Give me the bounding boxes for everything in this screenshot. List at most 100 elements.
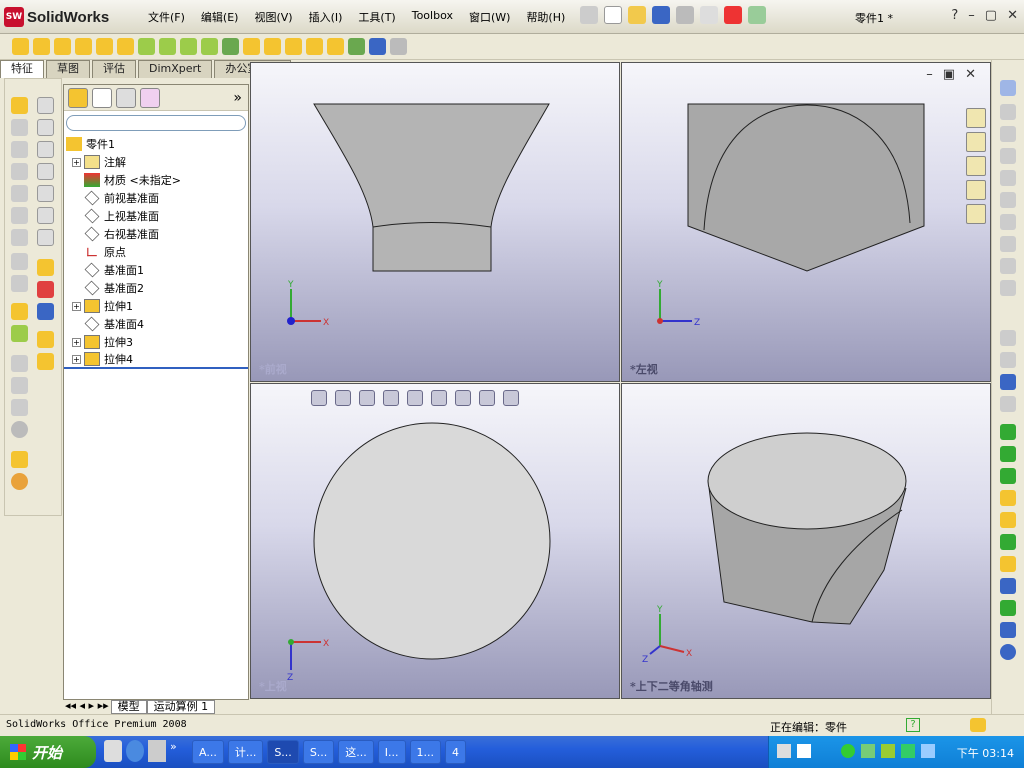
filter-tool-icon[interactable]: [1000, 578, 1016, 594]
feature-tool-icon[interactable]: [37, 281, 54, 298]
ie-icon[interactable]: [126, 740, 144, 762]
tree-item-top-plane[interactable]: 上视基准面: [64, 207, 248, 225]
feature-tool-icon[interactable]: [37, 185, 54, 202]
design-library-icon[interactable]: [966, 132, 986, 152]
feature-tool-icon[interactable]: [11, 97, 28, 114]
rebuild-icon[interactable]: [724, 6, 742, 24]
quicklaunch-icon[interactable]: [104, 740, 122, 762]
minimize-icon[interactable]: –: [968, 8, 975, 23]
view-tool-icon[interactable]: [1000, 170, 1016, 186]
propertymanager-tab-icon[interactable]: [92, 87, 112, 108]
fillet-icon[interactable]: [117, 38, 134, 55]
dimxpert-tab-icon[interactable]: [140, 87, 160, 108]
tree-item-extrude1[interactable]: + 拉伸1: [64, 297, 248, 315]
expand-icon[interactable]: +: [72, 301, 81, 311]
keyboard-icon[interactable]: [777, 744, 791, 758]
viewport-front[interactable]: Y X *前视: [250, 62, 620, 382]
feature-tool-icon[interactable]: [11, 207, 28, 224]
filter-input[interactable]: [66, 115, 246, 131]
help-icon[interactable]: [797, 744, 811, 758]
view-palette-icon[interactable]: [966, 180, 986, 200]
taskbar-button[interactable]: A...: [192, 740, 224, 764]
filter-tool-icon[interactable]: [1000, 490, 1016, 506]
feature-tool-icon[interactable]: [37, 331, 54, 348]
tab-model[interactable]: 模型: [110, 700, 147, 714]
ref-geometry-icon[interactable]: [327, 38, 344, 55]
view-settings-icon[interactable]: [503, 390, 519, 406]
menu-help[interactable]: 帮助(H): [518, 9, 573, 25]
viewport-top[interactable]: X Z *上视: [250, 383, 620, 699]
section-view-icon[interactable]: [383, 390, 399, 406]
options-icon[interactable]: [748, 6, 766, 24]
filter-tool-icon[interactable]: [1000, 600, 1016, 616]
feature-tool-icon[interactable]: [11, 253, 28, 270]
revolve-icon[interactable]: [33, 38, 50, 55]
feature-tool-icon[interactable]: [11, 473, 28, 490]
feature-tool-icon[interactable]: [37, 163, 54, 180]
network-icon[interactable]: [921, 744, 935, 758]
pattern-icon[interactable]: [222, 38, 239, 55]
tab-dimxpert[interactable]: DimXpert: [138, 60, 213, 78]
hide-show-icon[interactable]: [455, 390, 471, 406]
feature-tool-icon[interactable]: [37, 119, 54, 136]
sweep-icon[interactable]: [54, 38, 71, 55]
menu-window[interactable]: 窗口(W): [461, 9, 518, 25]
clock[interactable]: 下午 03:14: [957, 745, 1014, 761]
curves-icon[interactable]: [348, 38, 365, 55]
taskbar-button[interactable]: 1...: [409, 740, 442, 764]
filter-tool-icon[interactable]: [1000, 352, 1016, 368]
tree-item-origin[interactable]: 原点: [64, 243, 248, 261]
app-logo[interactable]: SW SolidWorks: [4, 6, 109, 28]
viewport-left[interactable]: – ▣ ✕ Y Z *左视: [621, 62, 991, 382]
save-icon[interactable]: [652, 6, 670, 24]
menu-edit[interactable]: 编辑(E): [193, 9, 247, 25]
feature-tool-icon[interactable]: [37, 259, 54, 276]
filter-tool-icon[interactable]: [1000, 374, 1016, 390]
menu-view[interactable]: 视图(V): [246, 9, 300, 25]
mirror-icon[interactable]: [243, 38, 260, 55]
expand-icon[interactable]: +: [72, 337, 81, 347]
tab-evaluate[interactable]: 评估: [92, 60, 136, 78]
menu-tools[interactable]: 工具(T): [350, 9, 403, 25]
start-button[interactable]: 开始: [0, 736, 96, 768]
taskbar-button[interactable]: I...: [377, 740, 406, 764]
configurationmanager-tab-icon[interactable]: [116, 87, 136, 108]
viewport-restore-icon[interactable]: ▣: [943, 67, 955, 82]
tree-item-extrude3[interactable]: + 拉伸3: [64, 333, 248, 351]
chamfer-icon[interactable]: [138, 38, 155, 55]
viewport-isometric[interactable]: Y X Z *上下二等角轴测: [621, 383, 991, 699]
taskbar-button[interactable]: S...: [302, 740, 335, 764]
menu-file[interactable]: 文件(F): [140, 9, 193, 25]
feature-tool-icon[interactable]: [37, 141, 54, 158]
filter-tool-icon[interactable]: [1000, 512, 1016, 528]
tab-sketch[interactable]: 草图: [46, 60, 90, 78]
feature-tool-icon[interactable]: [11, 325, 28, 342]
undo-icon[interactable]: [700, 6, 718, 24]
dome-icon[interactable]: [264, 38, 281, 55]
view-tool-icon[interactable]: [1000, 126, 1016, 142]
featuremanager-tab-icon[interactable]: [68, 87, 88, 108]
feature-tool-icon[interactable]: [11, 229, 28, 246]
instant3d-icon[interactable]: [369, 38, 386, 55]
sketch-tools-icon[interactable]: [390, 38, 407, 55]
view-tool-icon[interactable]: [1000, 214, 1016, 230]
previous-view-icon[interactable]: [359, 390, 375, 406]
rib-icon[interactable]: [159, 38, 176, 55]
tree-item-material[interactable]: 材质 <未指定>: [64, 171, 248, 189]
pin-icon[interactable]: [580, 6, 598, 24]
filter-tool-icon[interactable]: [1000, 622, 1016, 638]
feature-tool-icon[interactable]: [11, 163, 28, 180]
tray-icon[interactable]: [861, 744, 875, 758]
feature-tool-icon[interactable]: [37, 207, 54, 224]
tree-item-plane4[interactable]: 基准面4: [64, 315, 248, 333]
view-tool-icon[interactable]: [1000, 192, 1016, 208]
view-orientation-icon[interactable]: [407, 390, 423, 406]
feature-tool-icon[interactable]: [37, 353, 54, 370]
feature-tool-icon[interactable]: [11, 303, 28, 320]
filter-tool-icon[interactable]: [1000, 424, 1016, 440]
quicklaunch-icon[interactable]: [148, 740, 166, 762]
filter-tool-icon[interactable]: [1000, 556, 1016, 572]
more-icon[interactable]: »: [170, 740, 188, 762]
draft-icon[interactable]: [201, 38, 218, 55]
print-icon[interactable]: [676, 6, 694, 24]
